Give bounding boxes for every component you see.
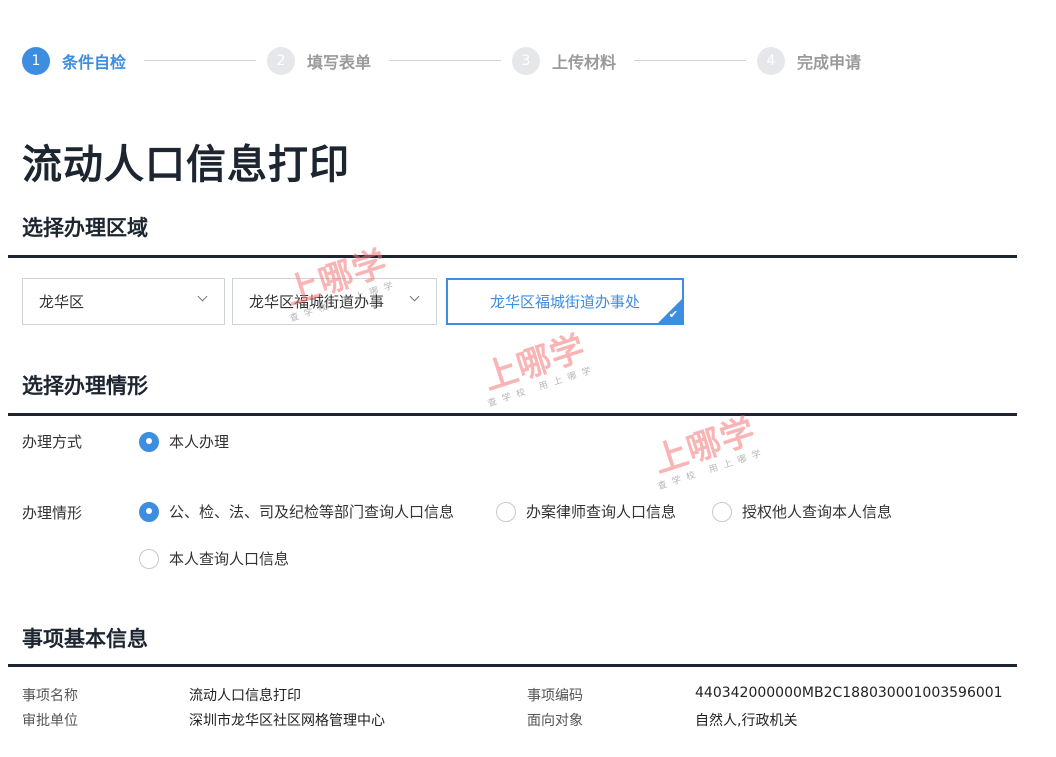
chevron-down-icon	[197, 291, 208, 302]
info-value-unit: 深圳市龙华区社区网格管理中心	[189, 713, 385, 729]
info-label-name: 事项名称	[22, 688, 78, 704]
region-heading: 选择办理区域	[22, 216, 148, 240]
radio-case-self-query[interactable]: 本人查询人口信息	[139, 548, 289, 569]
radio-label: 本人办理	[169, 433, 230, 451]
radio-case-lawyer[interactable]: 办案律师查询人口信息	[496, 501, 676, 522]
step-label: 条件自检	[62, 53, 127, 72]
progress-steps: 1 条件自检 2 填写表单 3 上传材料 4 完成申请	[22, 46, 882, 76]
radio-case-agencies[interactable]: 公、检、法、司及纪检等部门查询人口信息	[139, 501, 454, 522]
radio-label: 办案律师查询人口信息	[526, 503, 677, 521]
radio-dot	[139, 548, 159, 569]
step-connector	[634, 60, 746, 61]
radio-self-handle[interactable]: 本人办理	[139, 431, 229, 452]
section-divider	[8, 664, 1017, 667]
info-label-unit: 审批单位	[22, 713, 78, 729]
step-number: 1	[22, 47, 50, 75]
check-icon: ✔	[668, 308, 678, 321]
page-title: 流动人口信息打印	[22, 142, 350, 188]
case-label: 办理情形	[22, 504, 83, 522]
situation-heading: 选择办理情形	[22, 374, 148, 398]
radio-case-authorized[interactable]: 授权他人查询本人信息	[712, 501, 892, 522]
selected-office-card[interactable]: 龙华区福城街道办事处 ✔	[446, 278, 684, 325]
info-label-code: 事项编码	[527, 688, 583, 704]
step-1: 1 条件自检	[22, 46, 126, 76]
street-select-value: 龙华区福城街道办事	[249, 293, 385, 311]
radio-dot	[139, 431, 159, 452]
radio-dot	[712, 501, 732, 522]
basic-info-heading: 事项基本信息	[22, 627, 148, 651]
watermark-slogan: 查学校 用上哪学	[486, 364, 599, 410]
step-label: 完成申请	[797, 53, 862, 72]
section-divider	[8, 255, 1017, 258]
radio-label: 本人查询人口信息	[169, 550, 290, 568]
step-connector	[389, 60, 501, 61]
radio-label: 授权他人查询本人信息	[742, 503, 893, 521]
step-number: 4	[757, 47, 785, 75]
watermark-slogan: 查学校 用上哪学	[656, 447, 769, 493]
step-number: 2	[267, 47, 295, 75]
step-number: 3	[512, 47, 540, 75]
watermark: 上哪学 查学校 用上哪学	[472, 319, 599, 410]
step-label: 填写表单	[307, 53, 372, 72]
step-2: 2 填写表单	[267, 46, 371, 76]
info-value-name: 流动人口信息打印	[189, 688, 301, 704]
selected-office-label: 龙华区福城街道办事处	[489, 293, 640, 311]
watermark-logo-text: 上哪学	[478, 327, 591, 399]
district-select[interactable]: 龙华区	[22, 278, 225, 325]
chevron-down-icon	[409, 291, 420, 302]
info-value-audience: 自然人,行政机关	[695, 713, 798, 729]
radio-label: 公、检、法、司及纪检等部门查询人口信息	[169, 503, 455, 521]
info-value-code: 440342000000MB2C188030001003596001	[695, 685, 1003, 701]
street-select[interactable]: 龙华区福城街道办事	[232, 278, 437, 325]
step-4: 4 完成申请	[757, 46, 861, 76]
radio-dot	[496, 501, 516, 522]
step-label: 上传材料	[552, 53, 617, 72]
method-label: 办理方式	[22, 433, 83, 451]
district-select-value: 龙华区	[39, 293, 85, 311]
radio-dot	[139, 501, 159, 522]
section-divider	[8, 413, 1017, 416]
step-connector	[144, 60, 256, 61]
info-label-audience: 面向对象	[527, 713, 583, 729]
step-3: 3 上传材料	[512, 46, 616, 76]
